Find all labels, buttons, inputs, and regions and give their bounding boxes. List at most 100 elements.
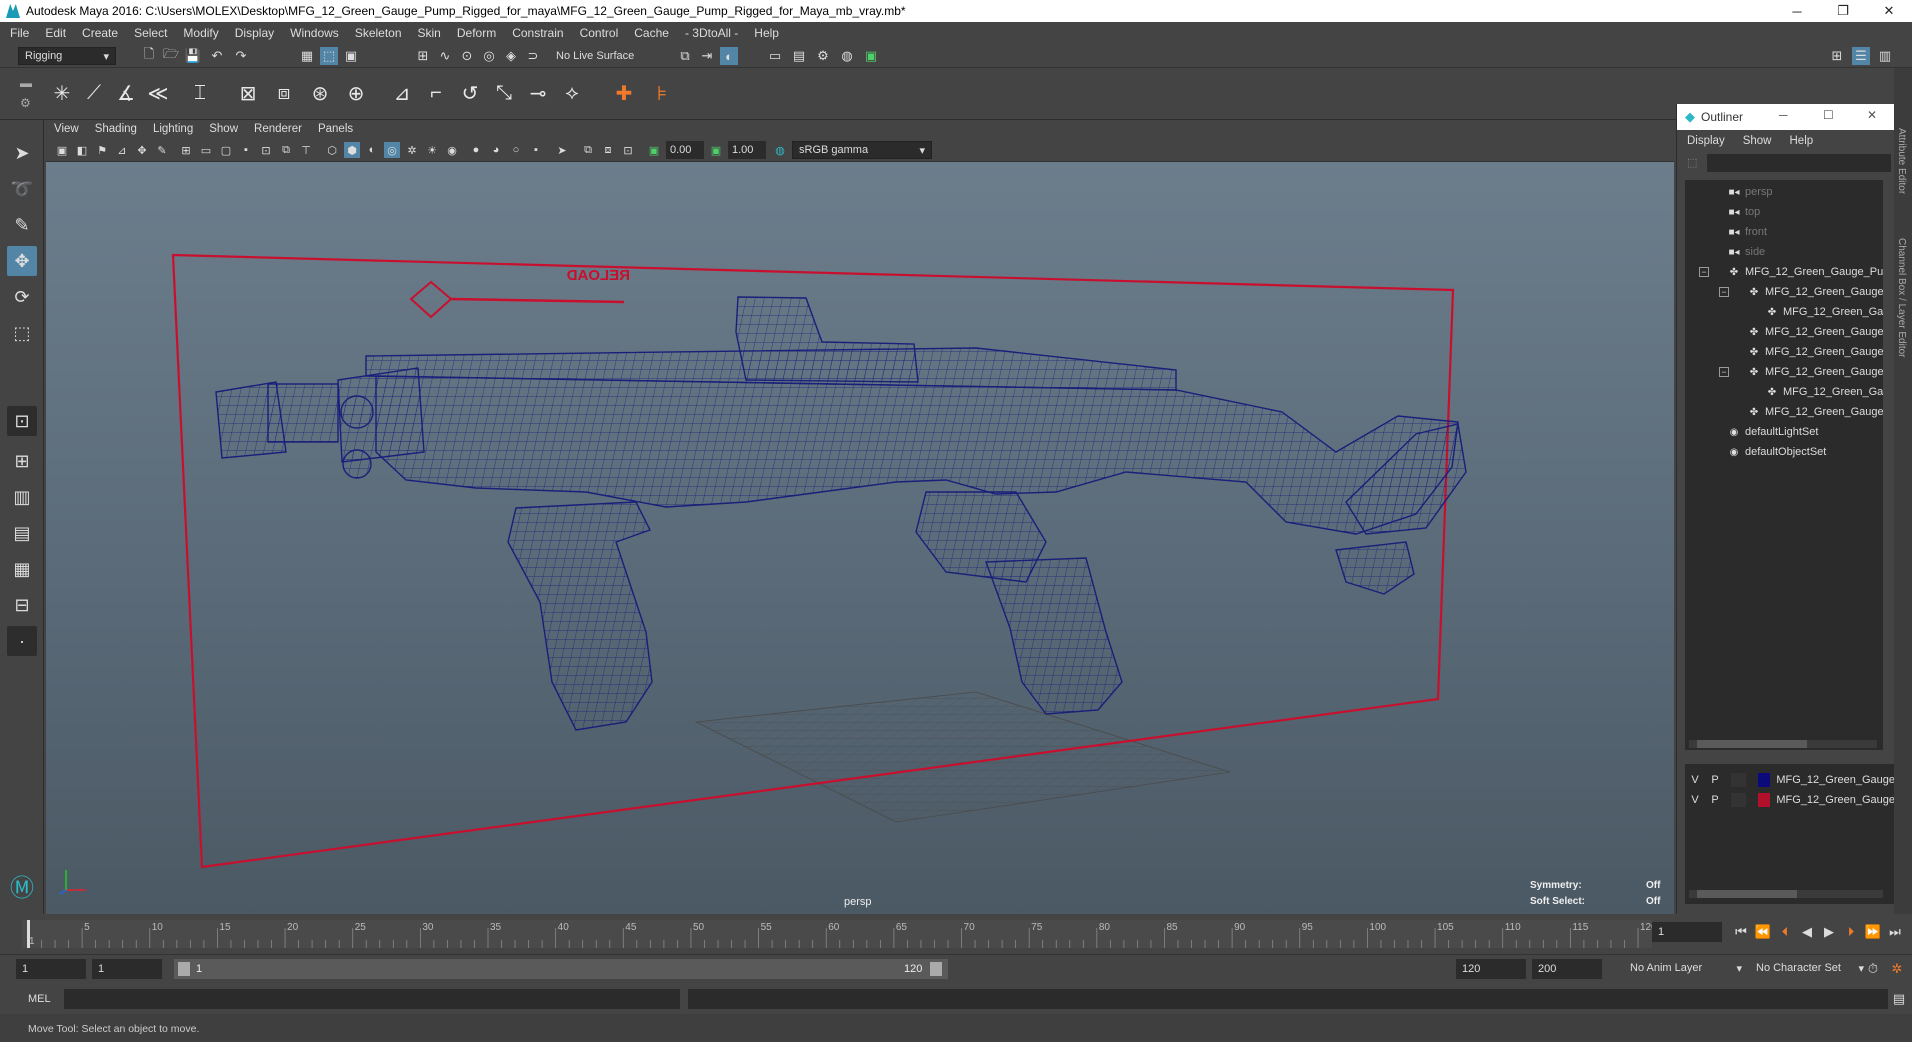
select-tool-icon[interactable]: ➤ [7,138,37,168]
undo-icon[interactable]: ↶ [208,47,226,65]
lattice-icon[interactable]: ⊠ [234,78,262,108]
orient-constraint-icon[interactable]: ↺ [456,78,484,108]
camera-select-icon[interactable]: ▣ [54,142,70,158]
grease-pencil-icon[interactable]: ✎ [154,142,170,158]
channel-box-tab[interactable]: Channel Box / Layer Editor [1896,238,1907,358]
single-perspective-layout-icon[interactable]: ⊡ [7,406,37,436]
gamma-icon[interactable]: ▣ [708,142,724,158]
collapse-toggle[interactable]: − [1719,367,1729,377]
aim-constraint-icon[interactable]: ⌐ [422,78,450,108]
perspective-viewport[interactable]: RELOAD persp Symmetry: Off Soft Select: … [46,162,1674,914]
move-tool-icon[interactable]: ✥ [7,246,37,276]
command-input[interactable] [64,989,680,1009]
tree-item-top[interactable]: ■◂ top [1727,202,1760,222]
ik-handle-icon[interactable]: ⟋ [80,78,108,108]
depth-of-field-icon[interactable]: ▪ [528,142,544,158]
default-material-icon[interactable]: ◐ [364,142,380,158]
collapse-toggle[interactable]: − [1719,287,1729,297]
animation-end-field[interactable]: 200 [1532,959,1602,979]
view-transform-dropdown[interactable]: sRGB gamma ▾ [792,141,932,159]
xray-icon[interactable]: ⧉ [580,142,596,158]
rotate-tool-icon[interactable]: ⟳ [7,282,37,312]
toggle-outliner-icon[interactable]: ☰ [1852,47,1870,65]
toggle-channelbox-icon[interactable]: ▥ [1876,47,1894,65]
joint-tool-icon[interactable]: ✳ [48,78,76,108]
layer-hscrollbar[interactable] [1689,890,1883,898]
menu-cache[interactable]: Cache [634,26,669,40]
menu-display[interactable]: Display [235,26,274,40]
anim-layer-dropdown[interactable]: No Anim Layer ▾ [1624,959,1748,977]
minimize-button[interactable]: ─ [1774,0,1820,22]
set-driven-key-icon[interactable]: ⊧ [648,78,676,108]
safe-title-icon[interactable]: ⊤ [298,142,314,158]
tree-item-front[interactable]: ■◂ front [1727,222,1767,242]
open-scene-icon[interactable]: 🗁 [162,46,180,65]
persp-uv-layout-icon[interactable]: ⊟ [7,590,37,620]
hypershade-icon[interactable]: ◍ [838,47,856,65]
exposure-icon[interactable]: ▣ [646,142,662,158]
panel-menu-panels[interactable]: Panels [318,123,353,135]
ik-spline-icon[interactable]: ∡ [112,78,140,108]
ipr-render-icon[interactable]: ▤ [790,47,808,65]
range-slider[interactable]: 1 120 [174,959,948,979]
scale-tool-icon[interactable]: ⬚ [7,318,37,348]
outliner-tree[interactable]: ■◂ persp ■◂ top ■◂ front ■◂ side − ✤ MFG_12_G… [1685,180,1883,750]
panel-menu-renderer[interactable]: Renderer [254,123,302,135]
workspace-layout-icon[interactable]: ⊞ [1828,47,1846,65]
shelf-settings-icon[interactable]: ⚙ [20,96,31,110]
snap-curve-icon[interactable]: ∿ [436,47,454,65]
step-forward-key-icon[interactable]: ⏩ [1864,923,1882,941]
play-forward-icon[interactable]: ▶ [1820,923,1838,941]
save-scene-icon[interactable]: 💾 [184,47,202,65]
close-button[interactable]: ✕ [1866,0,1912,22]
use-all-lights-icon[interactable]: ☀ [424,142,440,158]
time-slider[interactable]: 1 5 10 15 20 25 30 35 40 45 50 55 60 65 70 75 80 85 90 95 10… [22,914,1657,952]
lasso-tool-icon[interactable]: ➰ [7,174,37,204]
go-to-start-icon[interactable]: ⏮ [1732,923,1750,941]
attribute-editor-tab[interactable]: Attribute Editor [1896,128,1907,194]
safe-action-icon[interactable]: ⧉ [278,142,294,158]
scrollbar-thumb[interactable] [1697,890,1797,898]
grid-toggle-icon[interactable]: ⊞ [178,142,194,158]
tree-item-group[interactable]: ✤ MFG_12_Green_Gauge [1747,402,1883,422]
film-gate-icon[interactable]: ▭ [198,142,214,158]
layout-options-icon[interactable]: · [7,626,37,656]
tree-item-group[interactable]: ✤ MFG_12_Green_Gauge [1747,342,1883,362]
panel-menu-view[interactable]: View [54,123,79,135]
tree-item-mesh[interactable]: ✤ MFG_12_Green_Ga [1765,302,1883,322]
layer-type-box[interactable] [1731,793,1746,807]
script-editor-icon[interactable]: ▤ [1890,990,1908,1008]
play-backward-icon[interactable]: ◀ [1798,923,1816,941]
snap-magnet-icon[interactable]: ⊃ [524,47,542,65]
2d-pan-icon[interactable]: ✥ [134,142,150,158]
outliner-search-field[interactable] [1707,154,1891,172]
screen-space-ao-icon[interactable]: ● [468,142,484,158]
textured-icon[interactable]: ✲ [404,142,420,158]
menu-select[interactable]: Select [134,26,167,40]
smooth-shade-icon[interactable]: ⬢ [344,142,360,158]
tree-item-default-light-set[interactable]: ◉ defaultLightSet [1727,422,1819,442]
tree-item-group[interactable]: ✤ MFG_12_Green_Gauge [1747,362,1883,382]
live-surface-label[interactable]: No Live Surface [556,50,634,62]
current-frame-field[interactable]: 1 [1652,922,1722,942]
menu-create[interactable]: Create [82,26,118,40]
range-start-handle[interactable] [178,962,190,976]
camera-attributes-icon[interactable]: ◧ [74,142,90,158]
snap-grid-icon[interactable]: ⊞ [414,47,432,65]
menu-modify[interactable]: Modify [183,26,218,40]
new-scene-icon[interactable]: 🗋 [140,46,158,65]
menu-help[interactable]: Help [754,26,779,40]
input-ops-icon[interactable]: ⇥ [698,47,716,65]
scrollbar-thumb[interactable] [1697,740,1807,748]
hypershade-layout-icon[interactable]: ▦ [7,554,37,584]
pole-vector-icon[interactable]: ⟡ [558,78,586,108]
restore-button[interactable]: ❐ [1820,0,1866,22]
script-language-label[interactable]: MEL [28,993,51,1005]
exposure-field[interactable]: 0.00 [666,141,704,159]
playback-end-field[interactable]: 120 [1456,959,1526,979]
menu-set-dropdown[interactable]: Rigging ▾ [18,47,116,65]
gate-mask-icon[interactable]: ▪ [238,142,254,158]
paint-select-tool-icon[interactable]: ✎ [7,210,37,240]
layer-color-swatch[interactable] [1757,793,1771,807]
scale-constraint-icon[interactable]: ⤡ [490,78,518,108]
